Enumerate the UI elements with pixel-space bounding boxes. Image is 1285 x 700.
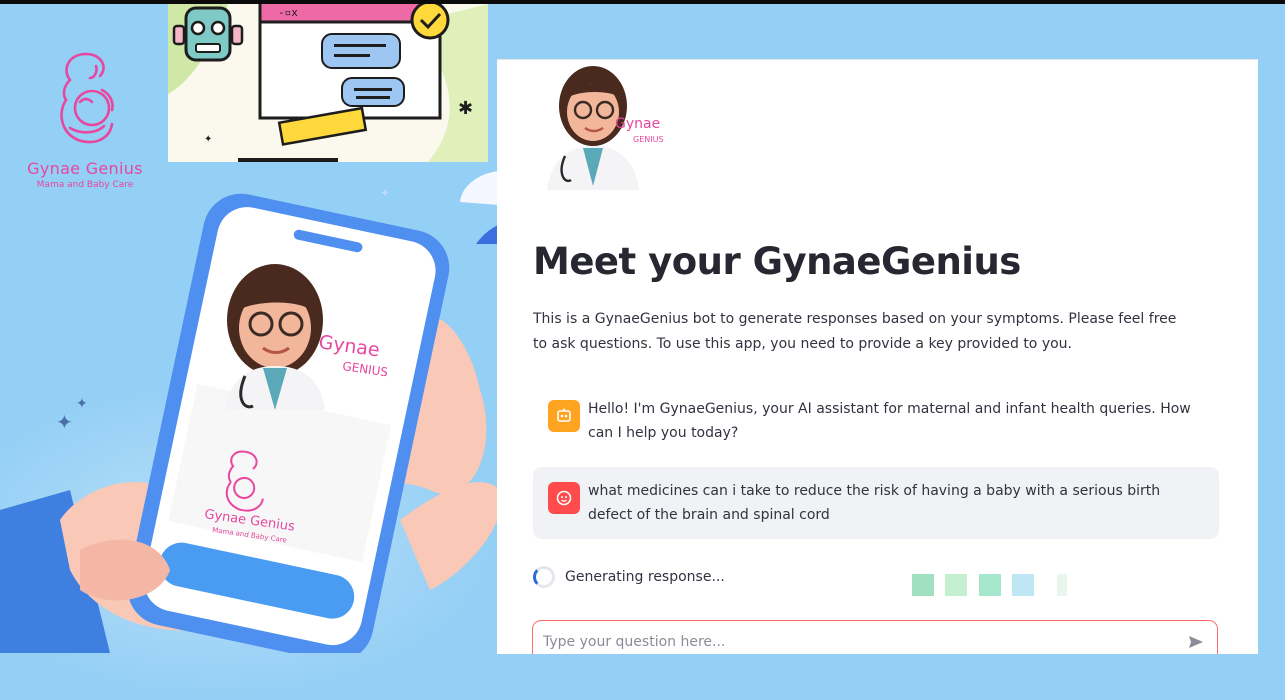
status-text: Generating response... [565,569,725,585]
user-face-icon [548,482,580,514]
gynae-genius-logo: Gynae Genius Mama and Baby Care [10,48,160,190]
chat-message-assistant: Hello! I'm GynaeGenius, your AI assistan… [533,385,1219,457]
assistant-message-text: Hello! I'm GynaeGenius, your AI assistan… [588,401,1191,441]
doctor-avatar-image: Gynae GENIUS [547,66,664,190]
send-button[interactable] [1185,631,1207,653]
chat-message-user: what medicines can i take to reduce the … [533,467,1219,539]
chat-app-panel: Gynae GENIUS Meet your GynaeGenius This … [497,59,1258,654]
robot-icon [548,400,580,432]
svg-text:-▫x: -▫x [278,6,298,19]
intro-text: This is a GynaeGenius bot to generate re… [533,311,1177,352]
svg-text:✦: ✦ [204,134,212,145]
svg-text:✱: ✱ [458,98,473,119]
send-icon [1189,636,1203,648]
avatar-brand-bottom: GENIUS [633,135,664,144]
logo-title: Gynae Genius [27,159,143,178]
spinner-icon [533,566,555,588]
phone-mockup: Gynae GENIUS Gynae Genius Mama and Baby … [0,190,520,662]
mother-baby-icon [60,52,114,144]
generating-status: Generating response... [533,566,725,588]
user-message-text: what medicines can i take to reduce the … [588,483,1161,523]
robot-chat-illustration: -▫x ✱ ✦ [168,4,488,162]
avatar-brand-top: Gynae [615,116,660,132]
page-title: Meet your GynaeGenius [533,240,1021,283]
question-input[interactable] [541,629,1165,654]
logo-subtitle: Mama and Baby Care [36,180,134,190]
chat-input-box[interactable] [532,620,1218,654]
